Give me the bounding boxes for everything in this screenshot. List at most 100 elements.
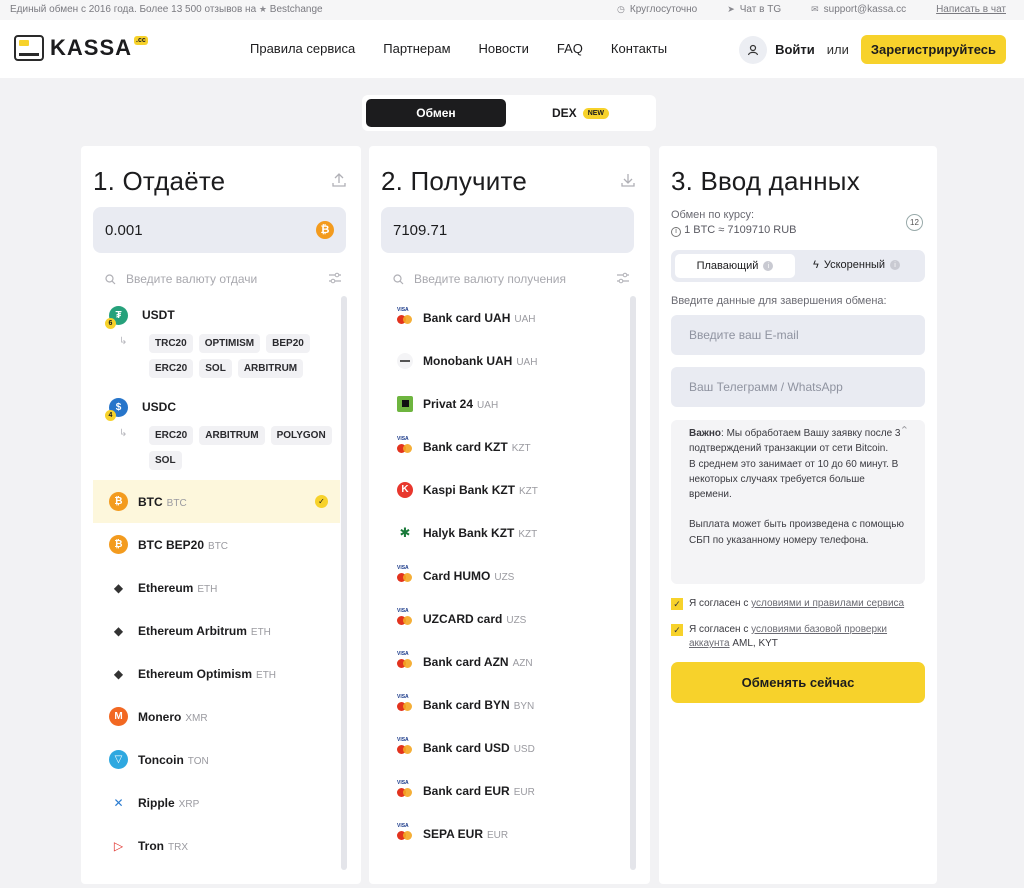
currency-item[interactable]: Privat 24 UAH (381, 382, 628, 425)
chevron-up-icon[interactable]: ⌃ (900, 424, 909, 439)
bestchange-link[interactable]: Bestchange (270, 4, 323, 15)
nav-contacts[interactable]: Контакты (611, 41, 667, 56)
currency-item[interactable]: ✱ Halyk Bank KZT KZT (381, 511, 628, 554)
currency-name: Bank card UAH (423, 310, 511, 325)
currency-item[interactable]: ₿ BTC BEP20 BTC (93, 523, 340, 566)
group-usdt: ₮ 6 USDT TRC20 OPTIMISM BEP20 ERC20 SOL … (93, 296, 340, 378)
email-link[interactable]: ✉ support@kassa.cc (811, 4, 906, 15)
currency-item[interactable]: Monobank UAH UAH (381, 339, 628, 382)
currency-ticker: EUR (513, 786, 535, 798)
info-icon: i (763, 261, 774, 271)
telegram-field[interactable]: Ваш Телеграмм / WhatsApp (671, 367, 925, 407)
currency-item[interactable]: ◆ Ethereum ETH (93, 566, 340, 609)
currency-name: Card HUMO (423, 568, 491, 583)
filter-icon[interactable] (328, 272, 342, 287)
nav-partners[interactable]: Партнерам (383, 41, 450, 56)
currency-name: BTC (138, 494, 163, 509)
currency-item[interactable]: ◆ Ethereum Arbitrum ETH (93, 609, 340, 652)
tab-exchange[interactable]: Обмен (366, 99, 506, 127)
currency-item[interactable]: VISA Bank card AZN AZN (381, 640, 628, 683)
currency-item[interactable]: ▽ Toncoin TON (93, 738, 340, 781)
rate-type-switch: Плавающий i ϟ Ускоренный i (671, 250, 925, 282)
currency-ticker: UZS (494, 571, 515, 583)
aml-checkbox[interactable]: ✓ (671, 624, 683, 636)
currency-usdt[interactable]: ₮ 6 USDT (105, 296, 340, 334)
user-icon[interactable] (739, 35, 768, 64)
net-usdt-optimism[interactable]: OPTIMISM (198, 334, 261, 353)
network-count-badge: 6 (105, 317, 116, 329)
network-count-badge: 4 (105, 409, 116, 421)
currency-ticker: UAH (477, 399, 499, 411)
currency-item[interactable]: VISA Bank card UAH UAH (381, 296, 628, 339)
net-usdc-erc20[interactable]: ERC20 (149, 426, 194, 445)
currency-name: Bank card BYN (423, 697, 510, 712)
top-strip: Единый обмен с 2016 года. Более 13 500 о… (0, 0, 1024, 20)
currency-item[interactable]: VISA Bank card EUR EUR (381, 769, 628, 812)
currency-ticker: EUR (487, 829, 509, 841)
nav-faq[interactable]: FAQ (557, 41, 583, 56)
group-usdc: $ 4 USDC ERC20 ARBITRUM POLYGON SOL (93, 388, 340, 470)
currency-ticker: UZS (506, 614, 527, 626)
net-usdt-trc20[interactable]: TRC20 (149, 334, 193, 353)
filter-icon[interactable] (616, 272, 630, 287)
monobank-icon (397, 352, 413, 369)
currency-name: Ethereum (138, 580, 194, 595)
currency-usdc[interactable]: $ 4 USDC (105, 388, 340, 426)
net-usdt-erc20[interactable]: ERC20 (149, 359, 194, 378)
eth-icon: ◆ (109, 578, 128, 597)
give-amount-input[interactable]: 0.001 ₿ (93, 207, 346, 253)
give-search-input[interactable]: Введите валюту отдачи (93, 266, 346, 292)
net-usdc-sol[interactable]: SOL (149, 451, 182, 470)
or-label: или (826, 42, 849, 57)
currency-name: Bank card KZT (423, 439, 508, 454)
net-usdt-sol[interactable]: SOL (199, 359, 232, 378)
rate-label: Обмен по курсу: (671, 209, 755, 221)
currency-item[interactable]: ▷ Tron TRX (93, 824, 340, 867)
chat-tg-link[interactable]: ➤ Чат в TG (727, 4, 781, 15)
currency-item[interactable]: VISA UZCARD card UZS (381, 597, 628, 640)
login-button[interactable]: Войти (775, 42, 815, 57)
currency-item[interactable]: VISA SEPA EUR EUR (381, 812, 628, 855)
receive-amount-input[interactable]: 7109.71 (381, 207, 634, 253)
net-usdt-bep20[interactable]: BEP20 (266, 334, 310, 353)
email-field[interactable]: Введите ваш E-mail (671, 315, 925, 355)
currency-name: Kaspi Bank KZT (423, 482, 516, 497)
currency-item[interactable]: VISA Bank card BYN BYN (381, 683, 628, 726)
currency-item[interactable]: VISA Bank card KZT KZT (381, 425, 628, 468)
search-icon (105, 273, 116, 284)
currency-item[interactable]: VISA Card HUMO UZS (381, 554, 628, 597)
exchange-now-button[interactable]: Обменять сейчас (671, 662, 925, 703)
currency-item[interactable]: VISA Bank card USD USD (381, 726, 628, 769)
receive-search-input[interactable]: Введите валюту получения (381, 266, 634, 292)
nav-news[interactable]: Новости (479, 41, 529, 56)
info-icon: i (890, 260, 901, 270)
currency-item[interactable]: ₿ BTC BTC ✓ (93, 480, 340, 523)
floating-rate-option[interactable]: Плавающий i (675, 254, 795, 278)
tab-dex[interactable]: DEX NEW (552, 106, 610, 120)
terms-checkbox[interactable]: ✓ (671, 598, 683, 610)
net-usdc-polygon[interactable]: POLYGON (270, 426, 332, 445)
register-button[interactable]: Зарегистрируйтесь (860, 35, 1006, 64)
currency-name: Ethereum Optimism (138, 666, 253, 681)
currency-item[interactable]: K Kaspi Bank KZT KZT (381, 468, 628, 511)
details-title: 3. Ввод данных (671, 166, 860, 196)
logo[interactable]: KASSA .cc (14, 35, 152, 61)
currency-ticker: KZT (511, 442, 531, 454)
currency-ticker: ETH (197, 583, 218, 595)
hours-info: ◷ Круглосуточно (617, 4, 698, 15)
net-usdt-arbitrum[interactable]: ARBITRUM (237, 359, 304, 378)
currency-item[interactable]: ◆ Ethereum Optimism ETH (93, 652, 340, 695)
currency-name: Bank card USD (423, 740, 510, 755)
terms-link[interactable]: условиями и правилами сервиса (751, 598, 904, 609)
give-scrollbar[interactable] (341, 296, 347, 870)
currency-item[interactable]: ✕ Ripple XRP (93, 781, 340, 824)
write-chat-link[interactable]: Написать в чат (936, 4, 1006, 15)
currency-item[interactable]: M Monero XMR (93, 695, 340, 738)
currency-ticker: AZN (512, 657, 533, 669)
currency-name: Privat 24 (423, 396, 474, 411)
give-items: ₿ BTC BTC ✓ ₿ BTC BEP20 BTC ◆ Ethereum ETH ◆ Ethere… (93, 480, 340, 867)
net-usdc-arbitrum[interactable]: ARBITRUM (199, 426, 265, 445)
receive-scrollbar[interactable] (630, 296, 636, 870)
accelerated-rate-option[interactable]: ϟ Ускоренный i (813, 259, 901, 271)
nav-rules[interactable]: Правила сервиса (250, 41, 355, 56)
